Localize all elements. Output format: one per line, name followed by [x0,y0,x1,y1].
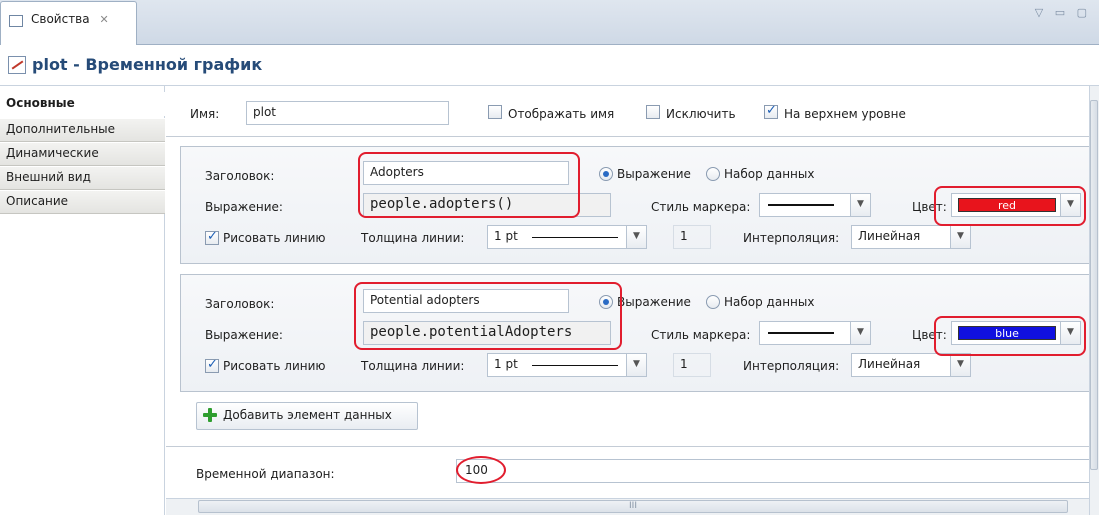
chevron-down-icon: ▼ [950,226,970,248]
draw-line-label: Рисовать линию [223,231,326,245]
thickness-select[interactable]: 1 pt ▼ [487,353,647,377]
properties-icon [9,15,23,27]
plus-icon [203,408,217,422]
divider [166,136,1090,137]
expression-label: Выражение: [205,328,283,342]
annotation-highlight [354,282,622,350]
annotation-highlight [934,186,1086,226]
title-label: Заголовок: [205,169,275,183]
divider [166,446,1090,447]
thickness-number[interactable]: 1 [673,225,711,249]
time-plot-icon [8,56,26,74]
top-level-checkbox[interactable] [764,103,778,119]
show-name-checkbox[interactable] [488,105,502,119]
nav-item-description[interactable]: Описание [0,190,165,214]
thickness-value: 1 pt [494,357,518,371]
interpolation-label: Интерполяция: [743,231,840,245]
marker-style-label: Стиль маркера: [651,200,751,214]
tab-label: Свойства [31,12,90,26]
dataset-radio[interactable] [706,295,720,309]
vertical-scroll-thumb[interactable] [1090,100,1098,470]
properties-nav: Основные Дополнительные Динамические Вне… [0,86,165,515]
dataset-radio-label: Набор данных [724,167,815,181]
name-label: Имя: [190,107,220,121]
time-range-label: Временной диапазон: [196,467,335,481]
nav-item-advanced[interactable]: Дополнительные [0,118,165,142]
thickness-line-preview [532,365,618,366]
draw-line-label: Рисовать линию [223,359,326,373]
interpolation-select[interactable]: Линейная ▼ [851,225,971,249]
nav-item-dynamic[interactable]: Динамические [0,142,165,166]
draw-line-checkbox[interactable] [205,357,219,373]
time-range-input[interactable]: 100 [456,459,1090,483]
thickness-label: Толщина линии: [361,359,465,373]
nav-item-general[interactable]: Основные [0,92,165,116]
expression-radio[interactable] [599,167,613,181]
add-data-item-label: Добавить элемент данных [223,408,392,422]
marker-style-select[interactable]: ▼ [759,321,871,345]
thickness-select[interactable]: 1 pt ▼ [487,225,647,249]
marker-line-preview [768,332,834,334]
add-data-item-button[interactable]: Добавить элемент данных [196,402,418,430]
properties-header: plot - Временной график [0,46,1099,86]
draw-line-checkbox[interactable] [205,229,219,245]
annotation-highlight [358,152,580,218]
horizontal-scroll-thumb[interactable]: III [198,500,1068,513]
exclude-label: Исключить [666,107,736,121]
thickness-line-preview [532,237,618,238]
view-tab-bar: Свойства ✕ ▽ ▭ ▢ [0,0,1099,45]
annotation-highlight [934,316,1086,356]
top-level-label: На верхнем уровне [784,107,906,121]
marker-style-label: Стиль маркера: [651,328,751,342]
nav-item-appearance[interactable]: Внешний вид [0,166,165,190]
expression-label: Выражение: [205,200,283,214]
dataset-radio[interactable] [706,167,720,181]
expression-radio-label: Выражение [617,167,691,181]
marker-line-preview [768,204,834,206]
chevron-down-icon: ▼ [850,194,870,216]
dataset-radio-label: Набор данных [724,295,815,309]
name-input[interactable]: plot [246,101,449,125]
chevron-down-icon: ▼ [626,226,646,248]
thickness-number[interactable]: 1 [673,353,711,377]
annotation-highlight [456,456,506,484]
properties-main: Имя: plot Отображать имя Исключить На ве… [166,86,1090,515]
close-icon[interactable]: ✕ [99,13,108,26]
chevron-down-icon: ▼ [626,354,646,376]
thickness-value: 1 pt [494,229,518,243]
tab-properties[interactable]: Свойства ✕ [0,1,137,45]
title-label: Заголовок: [205,297,275,311]
marker-style-select[interactable]: ▼ [759,193,871,217]
interpolation-select[interactable]: Линейная ▼ [851,353,971,377]
interpolation-label: Интерполяция: [743,359,840,373]
chevron-down-icon: ▼ [850,322,870,344]
window-controls[interactable]: ▽ ▭ ▢ [1035,6,1091,19]
interpolation-value: Линейная [858,229,921,243]
exclude-checkbox[interactable] [646,105,660,119]
page-title: plot - Временной график [32,55,263,74]
expression-radio-label: Выражение [617,295,691,309]
show-name-label: Отображать имя [508,107,615,121]
interpolation-value: Линейная [858,357,921,371]
chevron-down-icon: ▼ [950,354,970,376]
thickness-label: Толщина линии: [361,231,465,245]
